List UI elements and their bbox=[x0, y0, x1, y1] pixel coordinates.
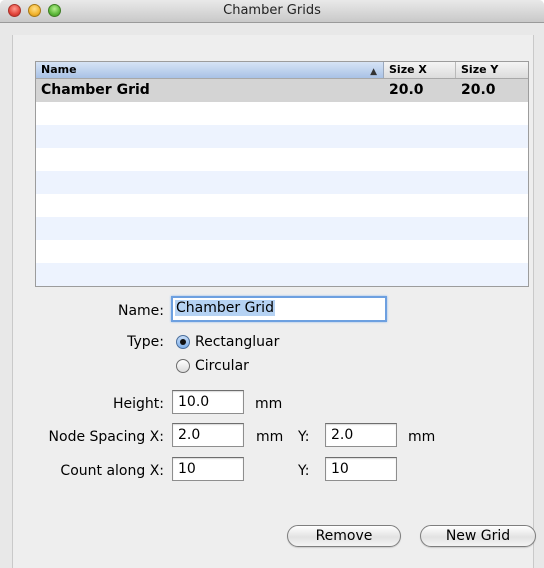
count-along-x-label: Count along X: bbox=[60, 463, 164, 479]
column-header-name[interactable]: Name ▲ bbox=[36, 62, 384, 78]
table-cell-name: Chamber Grid bbox=[41, 82, 150, 98]
name-field-value: Chamber Grid bbox=[175, 300, 275, 316]
height-unit: mm bbox=[255, 396, 283, 412]
node-spacing-y-unit: mm bbox=[408, 429, 436, 445]
table-row[interactable]: Chamber Grid 20.0 20.0 bbox=[36, 79, 528, 102]
height-label: Height: bbox=[113, 396, 164, 412]
remove-button[interactable]: Remove bbox=[287, 525, 401, 547]
node-spacing-y-field[interactable]: 2.0 bbox=[325, 423, 397, 447]
count-along-x-field[interactable]: 10 bbox=[172, 457, 244, 481]
radio-rectangular[interactable] bbox=[176, 335, 190, 349]
empty-row bbox=[36, 125, 528, 148]
table-cell-size-y: 20.0 bbox=[461, 82, 496, 98]
chamber-grid-table[interactable]: Name ▲ Size X Size Y Chamber Grid 20.0 2… bbox=[35, 61, 529, 287]
radio-circular-label[interactable]: Circular bbox=[195, 357, 249, 375]
sort-ascending-icon: ▲ bbox=[370, 67, 377, 77]
radio-circular[interactable] bbox=[176, 359, 190, 373]
title-bar[interactable]: Chamber Grids bbox=[0, 0, 544, 23]
table-header: Name ▲ Size X Size Y bbox=[36, 62, 528, 79]
name-label: Name: bbox=[117, 303, 164, 319]
empty-row bbox=[36, 171, 528, 194]
window-title: Chamber Grids bbox=[223, 3, 321, 18]
count-along-y-field[interactable]: 10 bbox=[325, 457, 397, 481]
radio-rectangular-label[interactable]: Rectangluar bbox=[195, 333, 279, 351]
name-field[interactable]: Chamber Grid bbox=[171, 296, 387, 322]
empty-row bbox=[36, 263, 528, 286]
column-header-name-label: Name bbox=[41, 63, 77, 76]
empty-row bbox=[36, 217, 528, 240]
node-spacing-x-field[interactable]: 2.0 bbox=[172, 423, 244, 447]
table-cell-size-x: 20.0 bbox=[389, 82, 424, 98]
column-header-size-y[interactable]: Size Y bbox=[456, 62, 528, 78]
node-spacing-y-label: Y: bbox=[298, 429, 310, 445]
type-label: Type: bbox=[127, 334, 164, 350]
column-header-size-x[interactable]: Size X bbox=[384, 62, 456, 78]
count-along-y-label: Y: bbox=[298, 463, 310, 479]
node-spacing-x-unit: mm bbox=[256, 429, 284, 445]
chamber-grids-window: Chamber Grids Name ▲ Size X Size Y Chamb… bbox=[0, 0, 544, 568]
new-grid-button[interactable]: New Grid bbox=[420, 525, 536, 547]
node-spacing-x-label: Node Spacing X: bbox=[48, 429, 164, 445]
height-field[interactable]: 10.0 bbox=[172, 390, 244, 414]
